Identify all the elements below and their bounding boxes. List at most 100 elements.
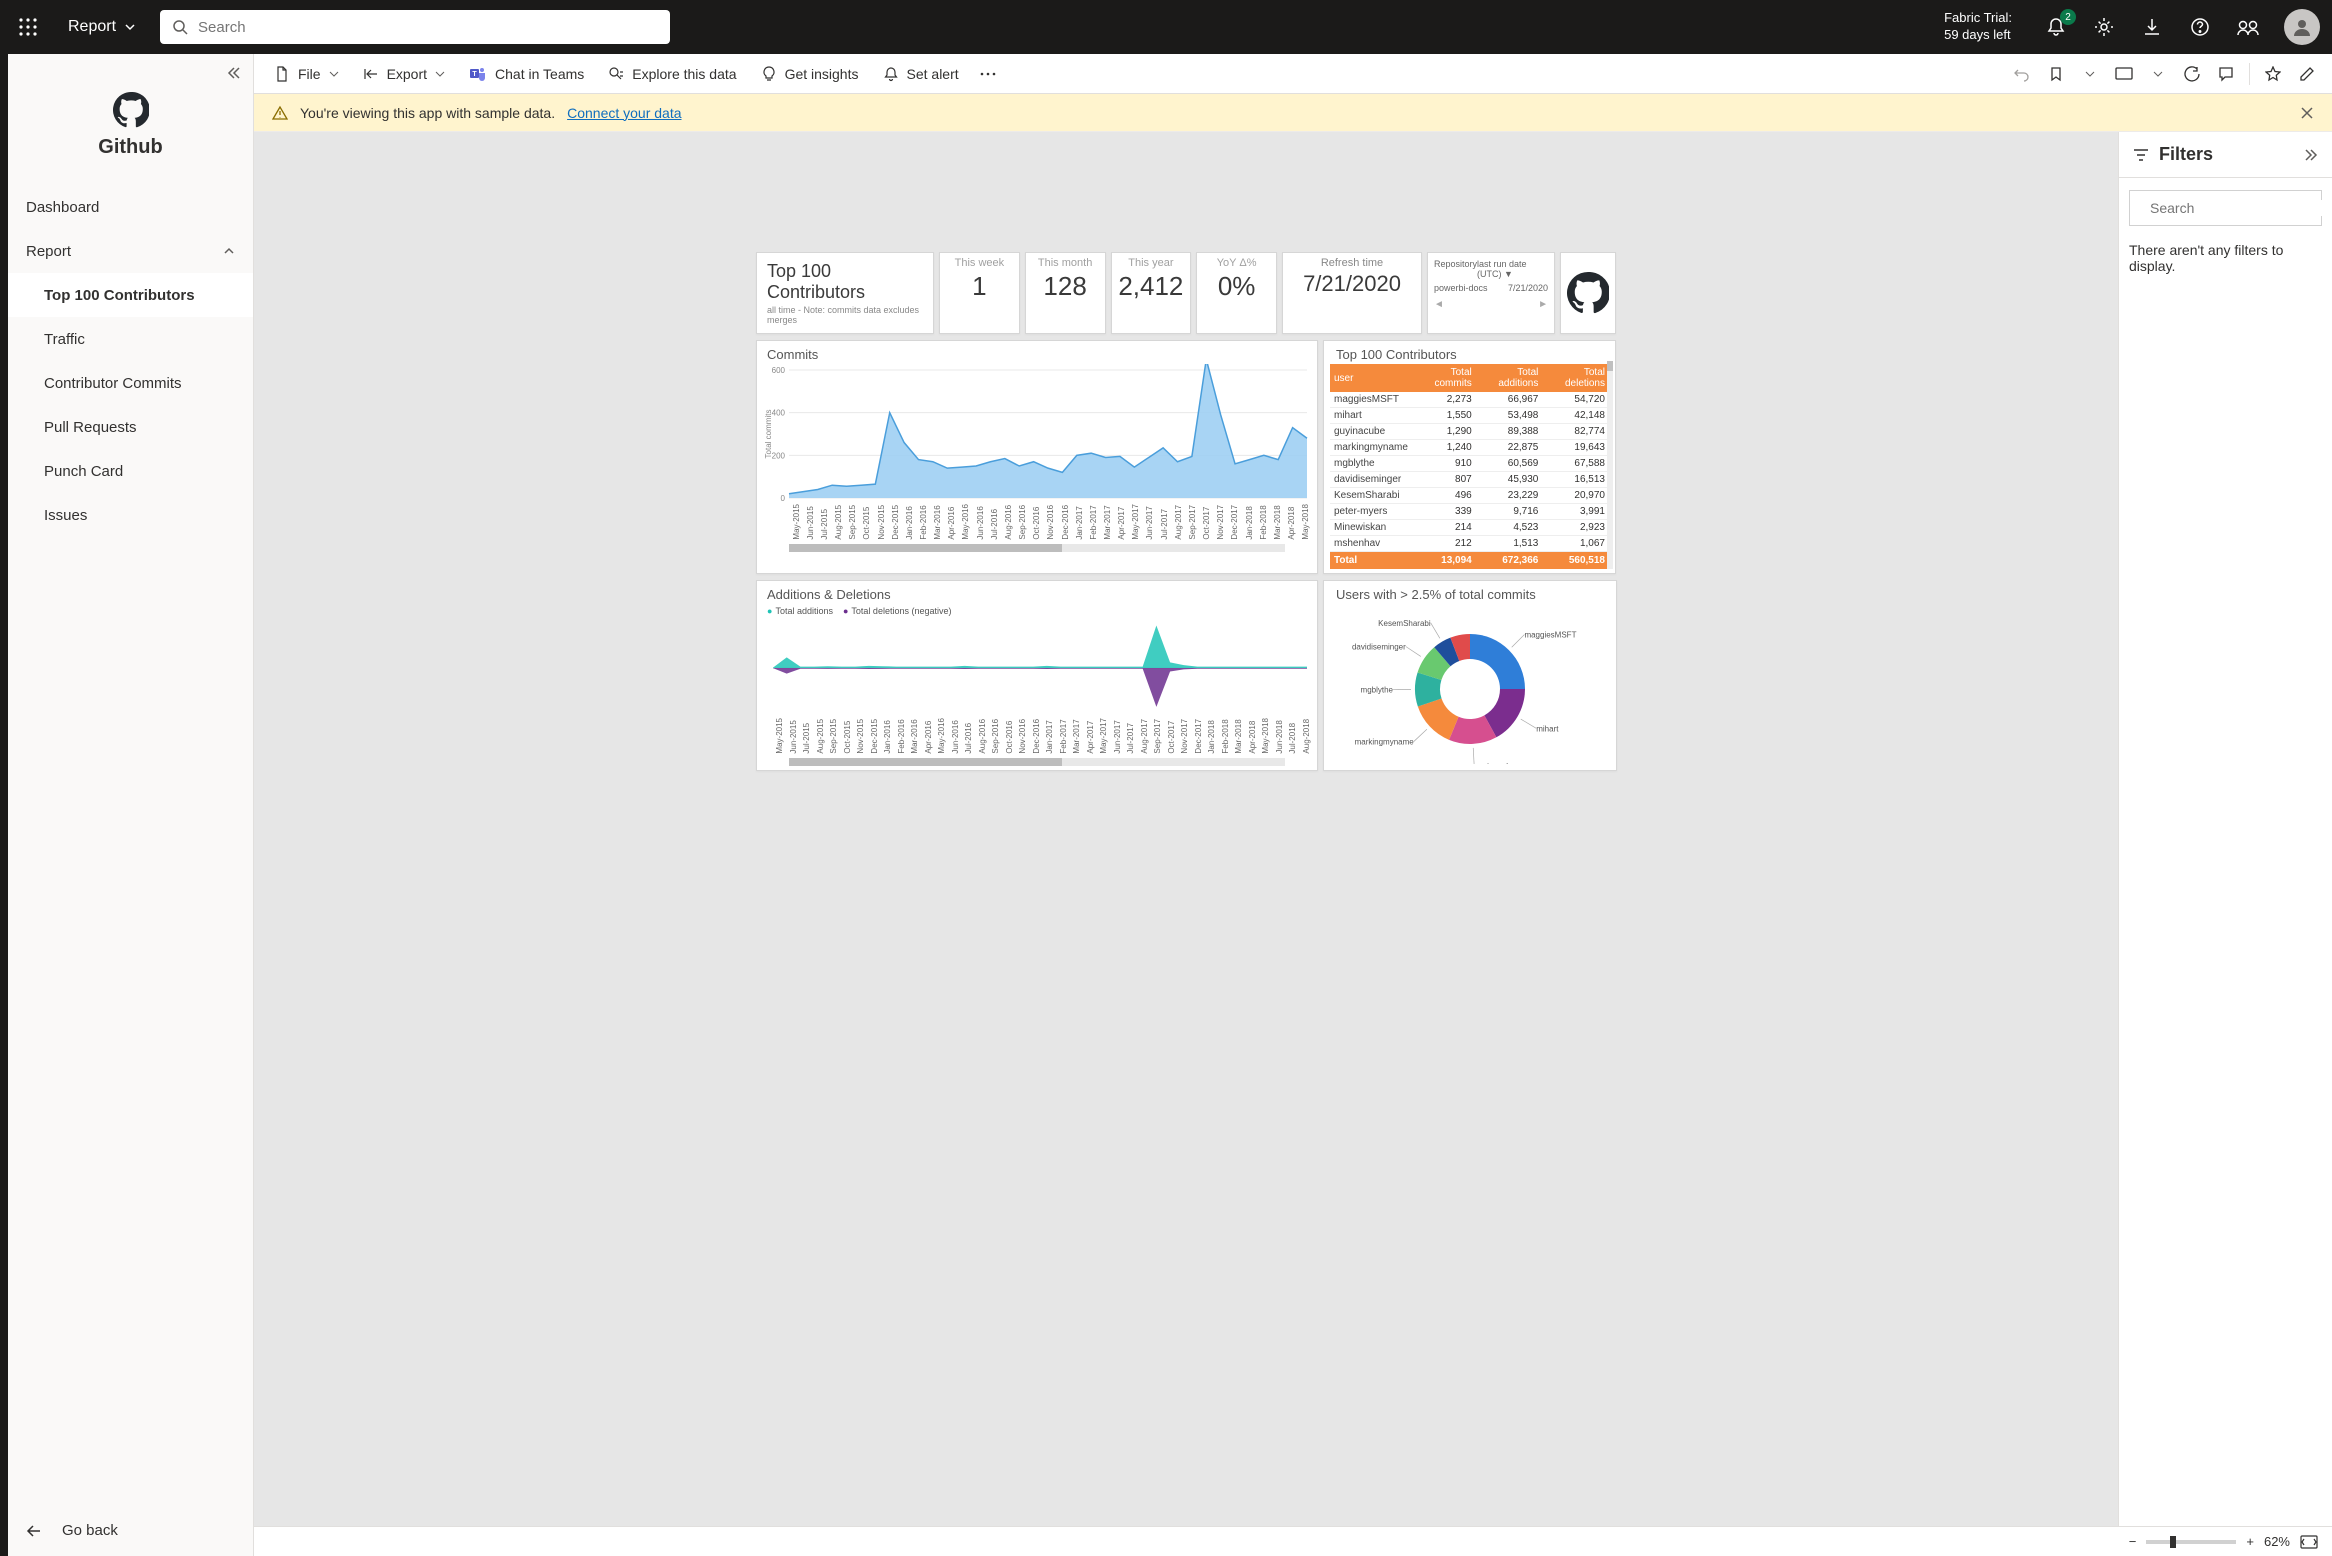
header-title-card[interactable]: Top 100 Contributors all time - Note: co…: [756, 252, 934, 334]
chat-teams-button[interactable]: T Chat in Teams: [459, 56, 594, 92]
table-row[interactable]: maggiesMSFT2,27366,96754,720: [1330, 392, 1609, 408]
nav-punch-card[interactable]: Punch Card: [8, 449, 253, 493]
chevron-down-icon[interactable]: [2143, 59, 2173, 89]
teams-icon: T: [469, 65, 487, 83]
bell-icon: [883, 66, 899, 82]
collapse-sidebar-icon[interactable]: [227, 66, 241, 80]
edit-icon[interactable]: [2292, 59, 2322, 89]
user-avatar[interactable]: [2284, 9, 2320, 45]
close-banner-icon[interactable]: [2300, 106, 2314, 120]
metric-month[interactable]: This month128: [1025, 252, 1106, 334]
additions-deletions-chart[interactable]: Additions & Deletions Total additionsTot…: [756, 580, 1318, 771]
contributors-table[interactable]: Top 100 Contributors user Total commits …: [1323, 340, 1616, 574]
table-row[interactable]: davidiseminger80745,93016,513: [1330, 472, 1609, 488]
search-input[interactable]: [198, 19, 658, 36]
zoom-slider[interactable]: [2146, 1540, 2236, 1544]
commits-chart[interactable]: Commits 0200400600Total commits May-2015…: [756, 340, 1318, 574]
global-search[interactable]: [160, 10, 670, 44]
repository-slicer[interactable]: Repositorylast run date (UTC) ▼ powerbi-…: [1427, 252, 1555, 334]
expand-filters-icon[interactable]: [2304, 148, 2318, 162]
filters-title: Filters: [2159, 144, 2213, 165]
svg-text:Total commits: Total commits: [764, 410, 773, 459]
github-logo-card: [1560, 252, 1616, 334]
zoom-in-button[interactable]: +: [2246, 1534, 2254, 1549]
nav-dashboard[interactable]: Dashboard: [8, 185, 253, 229]
metric-week[interactable]: This week1: [939, 252, 1020, 334]
alert-button[interactable]: Set alert: [873, 56, 969, 92]
app-launcher-icon[interactable]: [12, 11, 44, 43]
more-options-icon[interactable]: [973, 59, 1003, 89]
metric-yoy[interactable]: YoY Δ%0%: [1196, 252, 1277, 334]
chart-scroll[interactable]: [789, 544, 1285, 552]
refresh-icon[interactable]: [2177, 59, 2207, 89]
left-rail: [0, 54, 8, 1556]
chevron-down-icon: [435, 69, 445, 79]
table-row[interactable]: guyinacube1,29089,38882,774: [1330, 424, 1609, 440]
explore-button[interactable]: Explore this data: [598, 56, 746, 92]
explore-icon: [608, 66, 624, 82]
zoom-out-button[interactable]: −: [2129, 1534, 2137, 1549]
svg-text:T: T: [472, 71, 477, 78]
bookmark-icon[interactable]: [2041, 59, 2071, 89]
app-title: Github: [8, 136, 253, 159]
nav-traffic[interactable]: Traffic: [8, 317, 253, 361]
export-menu[interactable]: Export: [353, 56, 455, 92]
nav-pull-requests[interactable]: Pull Requests: [8, 405, 253, 449]
trial-status[interactable]: Fabric Trial: 59 days left: [1944, 10, 2012, 44]
donut-chart[interactable]: Users with > 2.5% of total commits Kesem…: [1323, 580, 1617, 771]
file-menu[interactable]: File: [264, 56, 349, 92]
help-icon[interactable]: [2188, 15, 2212, 39]
commits-area-chart: 0200400600Total commits: [761, 364, 1313, 504]
notifications-icon[interactable]: 2: [2044, 15, 2068, 39]
table-scroll[interactable]: [1607, 361, 1613, 569]
table-row[interactable]: mgblythe91060,56967,588: [1330, 456, 1609, 472]
table-row[interactable]: KesemSharabi49623,22920,970: [1330, 488, 1609, 504]
table-row[interactable]: Minewiskan2144,5232,923: [1330, 520, 1609, 536]
go-back-button[interactable]: Go back: [8, 1504, 253, 1556]
metric-year[interactable]: This year2,412: [1111, 252, 1192, 334]
next-icon[interactable]: ►: [1538, 299, 1548, 310]
chart-scroll[interactable]: [789, 758, 1285, 766]
chevron-down-icon[interactable]: [2075, 59, 2105, 89]
svg-text:markingmyname: markingmyname: [1355, 738, 1415, 747]
table-row[interactable]: markingmyname1,24022,87519,643: [1330, 440, 1609, 456]
nav-issues[interactable]: Issues: [8, 493, 253, 537]
svg-text:maggiesMSFT: maggiesMSFT: [1524, 631, 1576, 640]
table-row[interactable]: peter-myers3399,7163,991: [1330, 504, 1609, 520]
favorite-icon[interactable]: [2258, 59, 2288, 89]
svg-text:mgblythe: mgblythe: [1361, 686, 1394, 695]
svg-text:600: 600: [772, 366, 786, 375]
navigation-sidebar: Github Dashboard Report Top 100 Contribu…: [8, 54, 254, 1556]
donut-pie-chart: KesemSharabidavidisemingermgblythemarkin…: [1330, 604, 1610, 764]
nav-report[interactable]: Report: [8, 229, 253, 273]
table-row[interactable]: mihart1,55053,49842,148: [1330, 408, 1609, 424]
download-icon[interactable]: [2140, 15, 2164, 39]
view-icon[interactable]: [2109, 59, 2139, 89]
undo-icon[interactable]: [2007, 59, 2037, 89]
adddel-area-chart: [761, 618, 1313, 718]
prev-icon[interactable]: ◄: [1434, 299, 1444, 310]
nav-top-contributors[interactable]: Top 100 Contributors: [8, 273, 253, 317]
feedback-icon[interactable]: [2236, 15, 2260, 39]
chevron-down-icon: [124, 21, 136, 33]
insights-button[interactable]: Get insights: [751, 56, 869, 92]
connect-data-link[interactable]: Connect your data: [567, 105, 681, 121]
svg-text:400: 400: [772, 409, 786, 418]
nav-contributor-commits[interactable]: Contributor Commits: [8, 361, 253, 405]
svg-text:davidiseminger: davidiseminger: [1352, 643, 1406, 652]
svg-text:guyinacube: guyinacube: [1474, 762, 1515, 764]
settings-icon[interactable]: [2092, 15, 2116, 39]
notification-badge: 2: [2060, 9, 2076, 25]
comment-icon[interactable]: [2211, 59, 2241, 89]
fit-page-icon[interactable]: [2300, 1535, 2318, 1549]
report-toolbar: File Export T Chat in Teams Explore this…: [254, 54, 2332, 94]
filter-search-input[interactable]: [2150, 200, 2331, 216]
filter-search[interactable]: [2129, 190, 2322, 226]
chevron-up-icon: [223, 245, 235, 257]
report-canvas[interactable]: Top 100 Contributors all time - Note: co…: [254, 132, 2118, 1526]
workspace-dropdown[interactable]: Report: [60, 18, 144, 36]
table-row[interactable]: mshenhav2121,5131,067: [1330, 536, 1609, 552]
refresh-card[interactable]: Refresh time7/21/2020: [1282, 252, 1422, 334]
warning-icon: [272, 105, 288, 121]
top-app-bar: Report Fabric Trial: 59 days left 2: [0, 0, 2332, 54]
